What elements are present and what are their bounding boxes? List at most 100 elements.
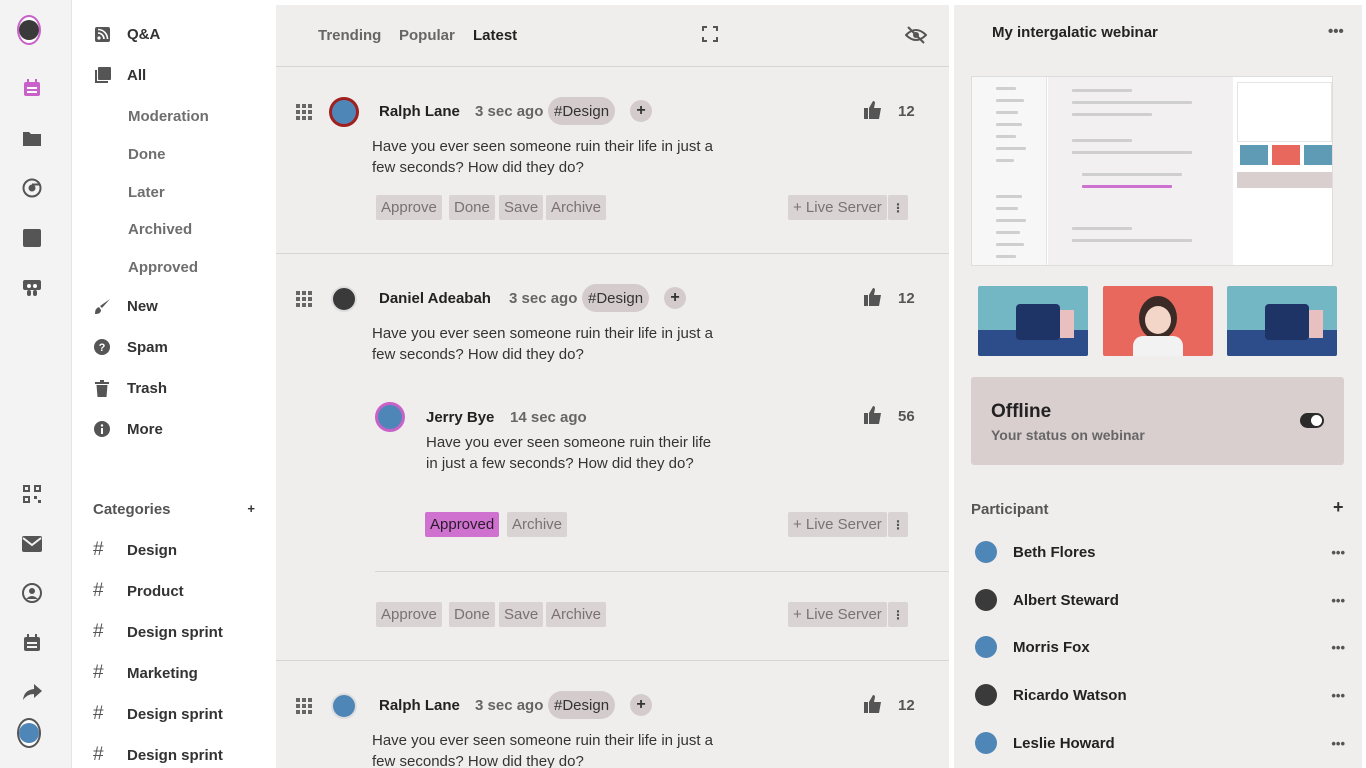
post-author[interactable]: Ralph Lane xyxy=(379,103,460,120)
webinar-title: My intergalatic webinar xyxy=(992,24,1158,41)
categories-title: Categories xyxy=(93,501,171,518)
square-icon[interactable] xyxy=(20,226,44,250)
like-count: 12 xyxy=(898,290,915,307)
thumbs-up-icon[interactable] xyxy=(864,101,882,119)
webinar-preview[interactable] xyxy=(971,76,1333,266)
tag-pill[interactable]: #Design xyxy=(548,97,616,125)
user-avatar[interactable] xyxy=(17,15,41,45)
thumbs-up-icon[interactable] xyxy=(864,288,882,306)
category-item[interactable]: # Marketing xyxy=(93,662,198,684)
tag-pill[interactable]: #Design xyxy=(548,691,616,719)
post-author[interactable]: Daniel Adeabah xyxy=(379,290,491,307)
post-time: 3 sec ago xyxy=(475,103,544,120)
nav-more[interactable]: More xyxy=(93,420,163,438)
participant-row[interactable]: Albert Steward ••• xyxy=(975,589,1345,611)
nav-sub-moderation[interactable]: Moderation xyxy=(128,108,209,125)
live-server-button[interactable]: + Live Server xyxy=(788,195,887,220)
add-tag-button[interactable]: + xyxy=(630,100,652,122)
done-button[interactable]: Done xyxy=(449,602,495,627)
participant-menu-button[interactable]: ••• xyxy=(1331,640,1345,655)
participant-menu-button[interactable]: ••• xyxy=(1331,688,1345,703)
nav-qa[interactable]: Q&A xyxy=(93,25,160,43)
post-time: 3 sec ago xyxy=(475,697,544,714)
add-tag-button[interactable]: + xyxy=(630,694,652,716)
tab-latest[interactable]: Latest xyxy=(473,27,517,44)
post-divider xyxy=(276,660,949,661)
qrcode-icon[interactable] xyxy=(20,482,44,506)
calendar-dark-icon[interactable] xyxy=(20,631,44,655)
more-options-button[interactable]: ⋮ xyxy=(888,602,908,627)
nav-trash[interactable]: Trash xyxy=(93,379,167,397)
category-item[interactable]: # Product xyxy=(93,580,184,602)
drag-handle-icon[interactable] xyxy=(296,104,312,120)
fullscreen-icon[interactable] xyxy=(702,26,718,47)
post-author[interactable]: Ralph Lane xyxy=(379,697,460,714)
category-label: Design xyxy=(127,541,178,559)
add-category-button[interactable]: + xyxy=(247,501,255,518)
reply-author[interactable]: Jerry Bye xyxy=(426,409,494,426)
live-server-button[interactable]: + Live Server xyxy=(788,512,887,537)
nav-sub-approved[interactable]: Approved xyxy=(128,259,198,276)
media-thumbnail[interactable] xyxy=(1227,286,1337,356)
nav-sub-archived[interactable]: Archived xyxy=(128,221,192,238)
status-toggle[interactable] xyxy=(1300,413,1324,428)
avatar xyxy=(329,97,359,127)
category-item[interactable]: # Design sprint xyxy=(93,744,223,766)
account-icon[interactable] xyxy=(20,581,44,605)
tab-trending[interactable]: Trending xyxy=(318,27,381,44)
hash-icon: # xyxy=(93,539,104,560)
participant-menu-button[interactable]: ••• xyxy=(1331,736,1345,751)
save-button[interactable]: Save xyxy=(499,602,544,627)
media-thumbnail[interactable] xyxy=(978,286,1088,356)
participant-row[interactable]: Beth Flores ••• xyxy=(975,541,1345,563)
participant-row[interactable]: Ricardo Watson ••• xyxy=(975,684,1345,706)
reply-divider xyxy=(375,571,949,572)
add-participant-button[interactable]: + xyxy=(1333,497,1344,518)
avatar xyxy=(975,684,997,706)
nav-sub-later[interactable]: Later xyxy=(128,184,165,201)
category-item[interactable]: # Design sprint xyxy=(93,703,223,725)
nav-all-label: All xyxy=(127,66,147,84)
nav-all[interactable]: All xyxy=(93,66,146,84)
like-count: 12 xyxy=(898,103,915,120)
archive-button[interactable]: Archive xyxy=(546,602,607,627)
status-subtitle: Your status on webinar xyxy=(991,427,1145,443)
approve-button[interactable]: Approve xyxy=(376,602,442,627)
category-item[interactable]: # Design sprint xyxy=(93,621,223,643)
archive-button[interactable]: Archive xyxy=(507,512,568,537)
archive-button[interactable]: Archive xyxy=(546,195,607,220)
tab-popular[interactable]: Popular xyxy=(399,27,455,44)
nav-sub-done[interactable]: Done xyxy=(128,146,166,163)
done-button[interactable]: Done xyxy=(449,195,495,220)
media-thumbnail[interactable] xyxy=(1103,286,1213,356)
more-options-button[interactable]: ⋮ xyxy=(888,195,908,220)
workspace-avatar[interactable] xyxy=(17,718,41,748)
live-server-button[interactable]: + Live Server xyxy=(788,602,887,627)
folder-icon[interactable] xyxy=(20,126,44,150)
category-item[interactable]: # Design xyxy=(93,539,177,561)
thumbs-up-icon[interactable] xyxy=(864,406,882,424)
mail-icon[interactable] xyxy=(20,532,44,556)
slideshare-icon[interactable] xyxy=(20,276,44,300)
approve-button[interactable]: Approve xyxy=(376,195,442,220)
drag-handle-icon[interactable] xyxy=(296,698,312,714)
participant-row[interactable]: Leslie Howard ••• xyxy=(975,732,1345,754)
participant-row[interactable]: Morris Fox ••• xyxy=(975,636,1345,658)
nav-spam[interactable]: ? Spam xyxy=(93,338,168,356)
save-button[interactable]: Save xyxy=(499,195,544,220)
calendar-icon[interactable] xyxy=(20,76,44,100)
webinar-menu-button[interactable]: ••• xyxy=(1328,23,1344,40)
drag-handle-icon[interactable] xyxy=(296,291,312,307)
more-options-button[interactable]: ⋮ xyxy=(888,512,908,537)
tag-pill[interactable]: #Design xyxy=(582,284,650,312)
share-icon[interactable] xyxy=(20,681,44,705)
add-tag-button[interactable]: + xyxy=(664,287,686,309)
hide-icon[interactable] xyxy=(904,26,928,49)
participant-menu-button[interactable]: ••• xyxy=(1331,593,1345,608)
participant-menu-button[interactable]: ••• xyxy=(1331,545,1345,560)
thumbs-up-icon[interactable] xyxy=(864,695,882,713)
nav-new[interactable]: New xyxy=(93,297,158,315)
nav-trash-label: Trash xyxy=(127,379,168,397)
approved-button[interactable]: Approved xyxy=(425,512,500,537)
chrome-icon[interactable] xyxy=(20,176,44,200)
